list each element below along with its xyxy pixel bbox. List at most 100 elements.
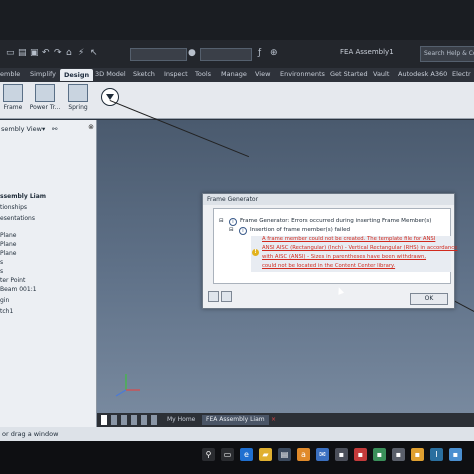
frame-icon — [3, 84, 23, 102]
frame-button[interactable]: Frame — [2, 84, 24, 111]
tab-simplify[interactable]: Simplify — [30, 70, 56, 78]
new-file-icon[interactable]: ▭ — [6, 49, 15, 58]
redo-icon[interactable]: ↷ — [54, 49, 63, 58]
select-icon[interactable]: ↖ — [90, 49, 99, 58]
appearance-icon[interactable]: ● — [188, 49, 197, 58]
tab-view[interactable]: View — [255, 70, 270, 78]
spring-button[interactable]: Spring — [66, 84, 90, 111]
tab-3d-model[interactable]: 3D Model — [95, 70, 126, 78]
tab-fea-assembly[interactable]: FEA Assembly Liam — [202, 415, 269, 425]
power-transmission-button[interactable]: Power Tr... — [28, 84, 62, 111]
edge-icon[interactable]: e — [240, 448, 253, 461]
tab-autodesk-a360[interactable]: Autodesk A360 — [398, 70, 447, 78]
browser-header: sembly View ▾ ⚯ — [0, 122, 97, 136]
store-icon[interactable]: ▤ — [278, 448, 291, 461]
app-icon[interactable]: ▪ — [335, 448, 348, 461]
save-icon[interactable]: ▣ — [30, 49, 39, 58]
tile-icon[interactable] — [131, 415, 137, 425]
info-icon: i — [239, 227, 247, 235]
status-bar: or drag a window — [0, 427, 474, 441]
error-line: could not be located in the Content Cent… — [262, 263, 396, 269]
tree-item-origin[interactable]: gin — [0, 297, 9, 304]
tile-icon[interactable] — [141, 415, 147, 425]
error-line: with AISC (ANSI) - Sizes in parentheses … — [262, 254, 427, 260]
dialog-title: Frame Generator — [203, 194, 454, 205]
tree-item-center-point[interactable]: ter Point — [0, 277, 25, 284]
app-icon[interactable]: ▪ — [449, 448, 462, 461]
tab-electromechanical[interactable]: Electr — [452, 70, 471, 78]
copy-to-clipboard-icon[interactable] — [208, 291, 219, 302]
dialog-message-line2: Insertion of frame member(s) failed — [250, 227, 351, 233]
tree-item-plane[interactable]: Plane — [0, 250, 16, 257]
spring-label: Spring — [68, 104, 88, 111]
mail-icon[interactable]: ✉ — [316, 448, 329, 461]
spring-icon — [68, 84, 88, 102]
app-icon[interactable]: ▪ — [411, 448, 424, 461]
tile-icon[interactable] — [151, 415, 157, 425]
tree-item-axis[interactable]: s — [0, 259, 3, 266]
tab-my-home[interactable]: My Home — [163, 415, 199, 425]
search-icon[interactable]: ⚲ — [202, 448, 215, 461]
tile-icon[interactable] — [121, 415, 127, 425]
tab-tools[interactable]: Tools — [195, 70, 211, 78]
tree-item-plane[interactable]: Plane — [0, 241, 16, 248]
tabs-menu-icon[interactable] — [101, 415, 107, 425]
assembly-view-label[interactable]: sembly View — [1, 125, 42, 133]
measure-icon[interactable]: ⊕ — [270, 49, 279, 58]
amazon-icon[interactable]: a — [297, 448, 310, 461]
tree-item-representations[interactable]: esentations — [0, 215, 35, 222]
tree-item-sketch[interactable]: tch1 — [0, 308, 13, 315]
tree-expand-icon[interactable]: ⊟ — [229, 227, 234, 233]
app-icon[interactable]: ▪ — [354, 448, 367, 461]
tab-assemble[interactable]: emble — [0, 70, 20, 78]
update-icon[interactable]: ⚡ — [78, 49, 87, 58]
close-icon[interactable]: ⊗ — [88, 123, 94, 131]
tab-manage[interactable]: Manage — [221, 70, 247, 78]
tab-design[interactable]: Design — [60, 69, 94, 81]
title-bar: ▭ ▤ ▣ ↶ ↷ ⌂ ⚡ ↖ ● ƒ ⊕ FEA Assembly1 Sear… — [0, 40, 474, 68]
power-transmission-label: Power Tr... — [29, 104, 61, 111]
undo-icon[interactable]: ↶ — [42, 49, 51, 58]
tile-icon[interactable] — [111, 415, 117, 425]
ribbon-tab-row: emble Simplify Design 3D Model Sketch In… — [0, 68, 474, 82]
fx-icon[interactable]: ƒ — [258, 49, 267, 58]
tab-vault[interactable]: Vault — [373, 70, 389, 78]
tree-expand-icon[interactable]: ⊟ — [219, 218, 224, 224]
material-dropdown[interactable] — [130, 48, 187, 61]
task-view-icon[interactable]: ▭ — [221, 448, 234, 461]
tab-get-started[interactable]: Get Started — [330, 70, 368, 78]
status-text: or drag a window — [2, 430, 59, 438]
error-line: ANSI AISC (Rectangular) (Inch) - Vertica… — [262, 245, 458, 251]
frame-label: Frame — [3, 104, 23, 111]
tree-item-axis[interactable]: s — [0, 268, 3, 275]
app-icon[interactable]: ▪ — [392, 448, 405, 461]
open-icon[interactable]: ▤ — [18, 49, 27, 58]
coordinate-triad — [115, 374, 140, 397]
file-explorer-icon[interactable]: ▰ — [259, 448, 272, 461]
document-tab-bar: My Home FEA Assembly Liam × — [97, 413, 474, 427]
tree-item-assembly[interactable]: ssembly Liam — [0, 193, 46, 200]
model-browser: sembly View ▾ ⚯ ⊗ ssembly Liam tionships… — [0, 120, 97, 450]
inventor-icon[interactable]: I — [430, 448, 443, 461]
tab-environments[interactable]: Environments — [280, 70, 325, 78]
tree-item-beam[interactable]: Beam 001:1 — [0, 286, 37, 293]
print-icon[interactable] — [221, 291, 232, 302]
document-title: FEA Assembly1 — [340, 48, 394, 56]
app-icon[interactable]: ▪ — [373, 448, 386, 461]
browser-menu-icon[interactable]: ▾ — [42, 122, 45, 136]
close-icon[interactable]: × — [267, 415, 280, 425]
warning-icon: ! — [252, 249, 259, 256]
dialog-message-line1: Frame Generator: Errors occurred during … — [240, 218, 432, 224]
windows-taskbar: ⚲ ▭ e ▰ ▤ a ✉ ▪ ▪ ▪ ▪ ▪ I ▪ — [0, 441, 474, 474]
tab-sketch[interactable]: Sketch — [133, 70, 155, 78]
help-search-input[interactable]: Search Help & Co — [420, 46, 474, 62]
binoculars-icon[interactable]: ⚯ — [52, 122, 57, 136]
tree-item-relationships[interactable]: tionships — [0, 204, 27, 211]
tab-inspect[interactable]: Inspect — [164, 70, 188, 78]
home-icon[interactable]: ⌂ — [66, 49, 75, 58]
tree-item-plane[interactable]: Plane — [0, 232, 16, 239]
z-axis-line — [115, 389, 127, 397]
error-line: A frame member could not be created. The… — [262, 236, 436, 242]
appearance-dropdown[interactable] — [200, 48, 252, 61]
ok-button[interactable]: OK — [410, 293, 448, 305]
